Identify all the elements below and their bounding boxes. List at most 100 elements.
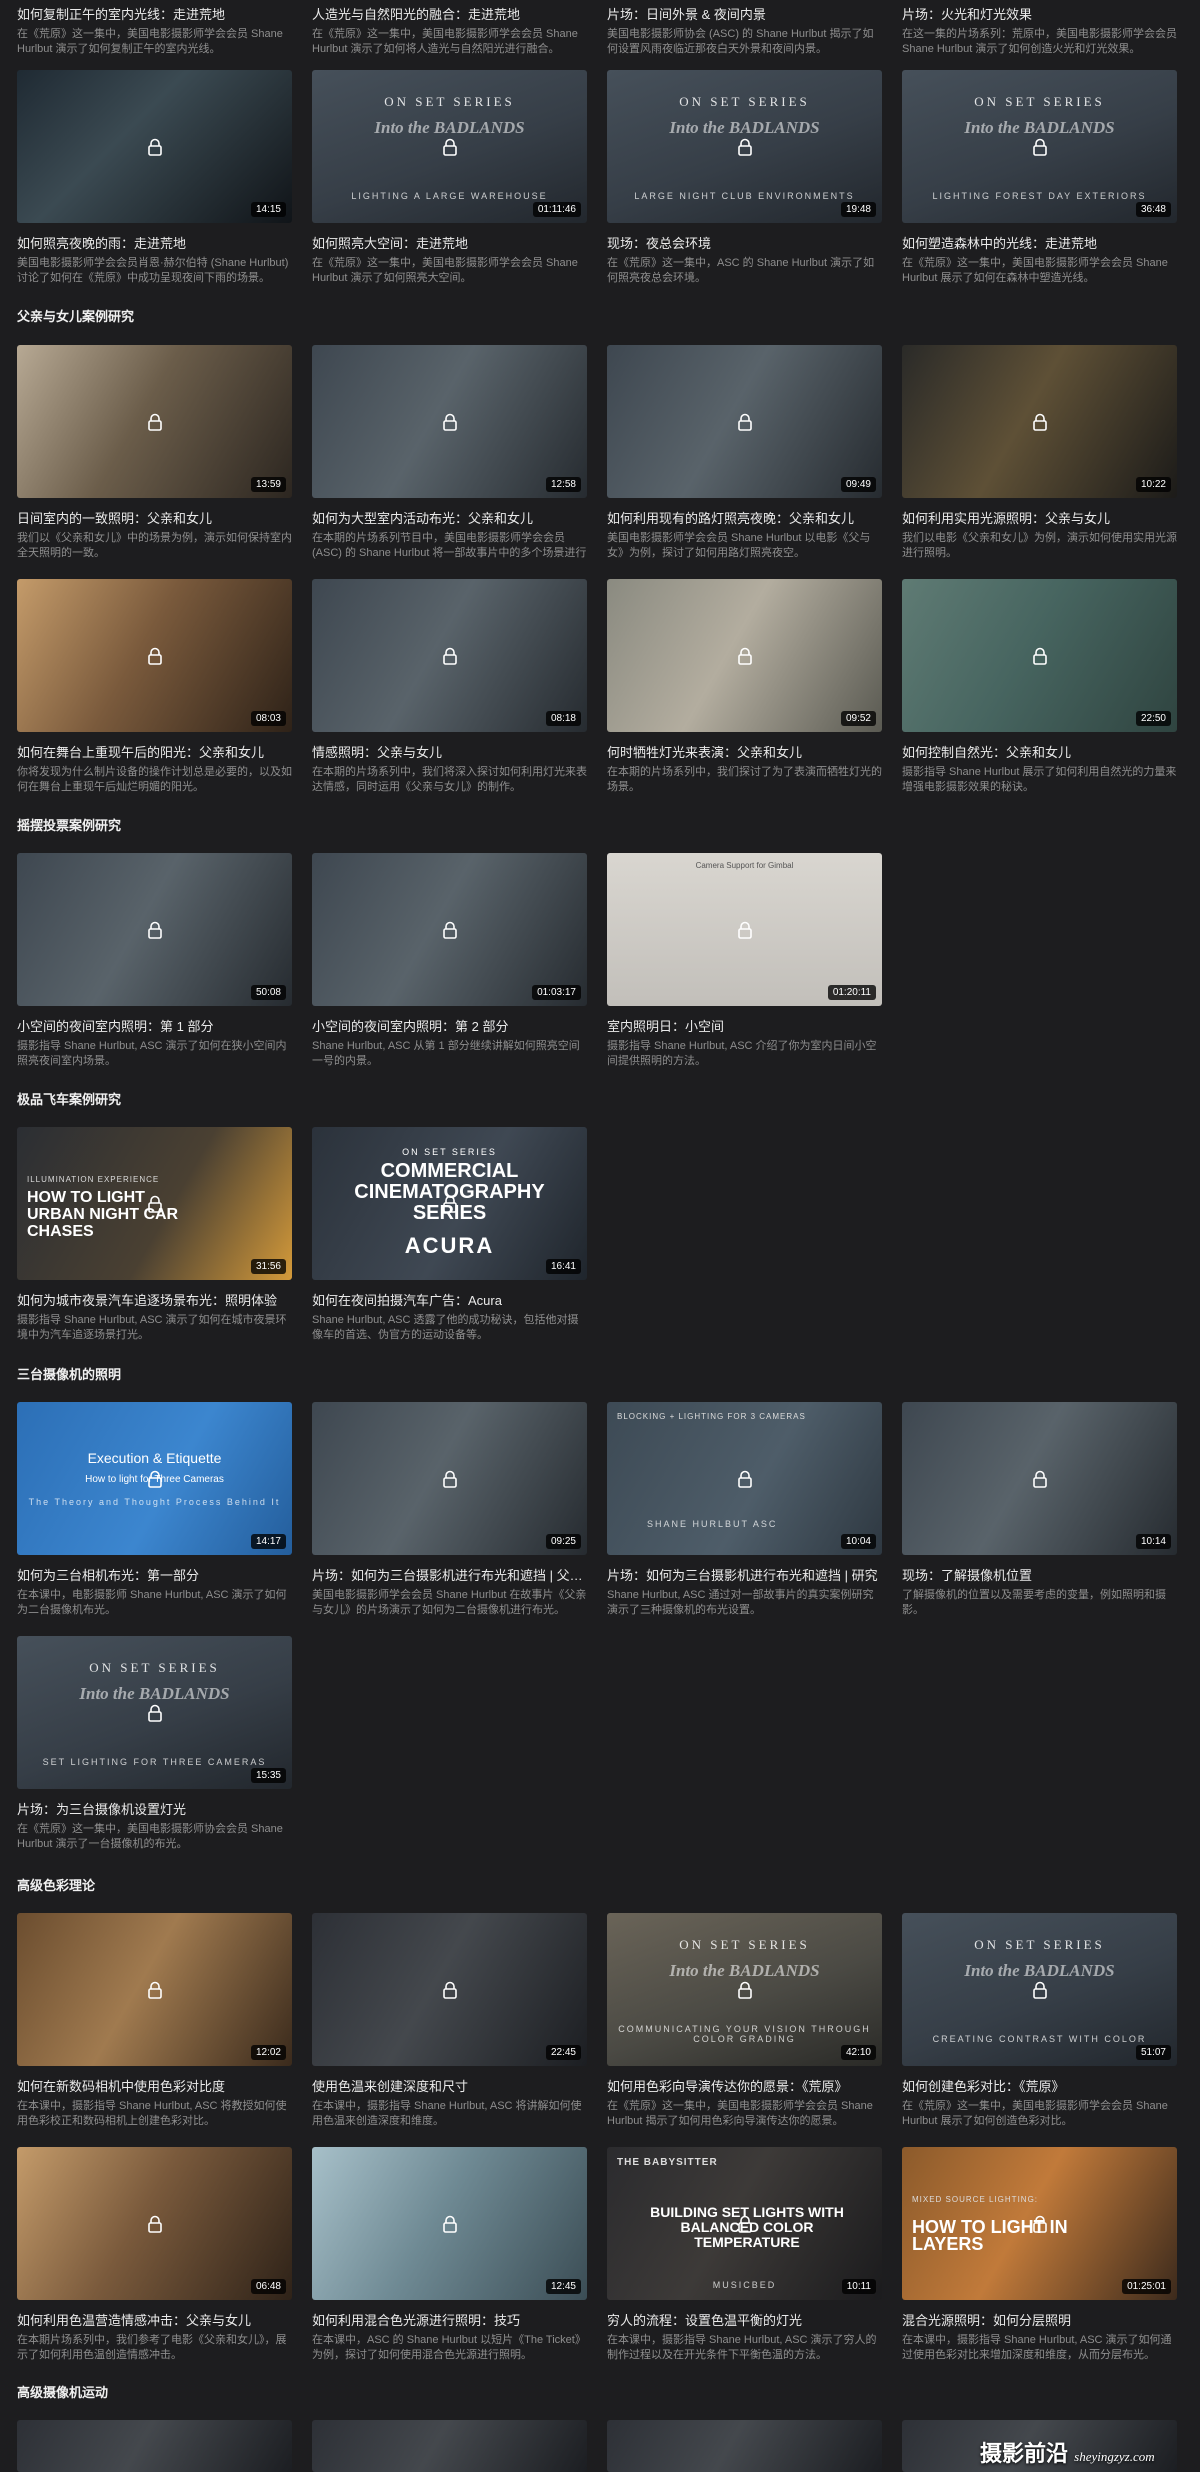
video-thumbnail[interactable]: 09:49 [607, 345, 882, 498]
video-thumbnail[interactable]: ON SET SERIES COMMERCIAL CINEMATOGRAPHY S… [312, 1127, 587, 1280]
video-title[interactable]: 如何创建色彩对比：《荒原》 [902, 2076, 1177, 2095]
video-thumbnail[interactable]: 08:18 [312, 579, 587, 732]
video-title[interactable]: 片场：火光和灯光效果 [902, 4, 1177, 23]
video-card[interactable]: Camera Support for Gimbal 01:20:11 室内照明日：小… [607, 853, 882, 1069]
video-card[interactable]: How to light for Three Cameras Execution … [17, 1402, 292, 1618]
video-title[interactable]: 如何利用现有的路灯照亮夜晚：父亲和女儿 [607, 508, 882, 527]
video-title[interactable]: 如何为城市夜景汽车追逐场景布光：照明体验 [17, 1290, 292, 1309]
video-thumbnail[interactable]: 09:25 [312, 1402, 587, 1555]
video-title[interactable]: 如何在新数码相机中使用色彩对比度 [17, 2076, 292, 2095]
video-thumbnail[interactable]: 14:15 [17, 70, 292, 223]
video-thumbnail-partial[interactable] [607, 2420, 882, 2472]
video-title[interactable]: 如何为三台相机布光：第一部分 [17, 1565, 292, 1584]
video-thumbnail[interactable]: 13:59 [17, 345, 292, 498]
video-thumbnail[interactable]: 12:45 [312, 2147, 587, 2300]
video-thumbnail[interactable]: 08:03 [17, 579, 292, 732]
video-card[interactable]: 22:50 如何控制自然光：父亲和女儿 摄影指导 Shane Hurlbut 展示了… [902, 579, 1177, 795]
video-card[interactable]: 01:03:17 小空间的夜间室内照明：第 2 部分 Shane Hurlbut, … [312, 853, 587, 1069]
video-thumbnail[interactable]: 50:08 [17, 853, 292, 1006]
video-thumbnail[interactable]: How to light for Three Cameras Execution … [17, 1402, 292, 1555]
video-thumbnail[interactable]: Camera Support for Gimbal 01:20:11 [607, 853, 882, 1006]
video-card[interactable]: ILLUMINATION EXPERIENCE HOW TO LIGHT URBA… [17, 1127, 292, 1343]
video-card[interactable]: 09:52 何时牺牲灯光来表演：父亲和女儿 在本期的片场系列中，我们探讨了为了表演而… [607, 579, 882, 795]
video-card[interactable]: MIXED SOURCE LIGHTING: HOW TO LIGHT IN LA… [902, 2147, 1177, 2363]
video-card[interactable]: ON SET SERIES Into the BADLANDS LIGHTING F… [902, 70, 1177, 286]
video-card[interactable]: 22:45 使用色温来创建深度和尺寸 在本课中，摄影指导 Shane Hurlbut… [312, 1913, 587, 2129]
video-card[interactable]: 08:18 情感照明：父亲与女儿 在本期的片场系列中，我们将深入探讨如何利用灯光来表… [312, 579, 587, 795]
video-card[interactable]: 12:02 如何在新数码相机中使用色彩对比度 在本课中，摄影指导 Shane Hur… [17, 1913, 292, 2129]
video-thumbnail[interactable]: 10:22 [902, 345, 1177, 498]
video-card-partial[interactable]: 如何复制正午的室内光线：走进荒地 在《荒原》这一集中，美国电影摄影师学会会员 Sh… [17, 0, 292, 57]
video-thumbnail[interactable]: 12:58 [312, 345, 587, 498]
video-thumbnail[interactable]: 06:48 [17, 2147, 292, 2300]
video-title[interactable]: 如何在夜间拍摄汽车广告：Acura [312, 1290, 587, 1309]
video-thumbnail[interactable]: ON SET SERIES Into the BADLANDS CREATING C… [902, 1913, 1177, 2066]
video-card-partial[interactable]: 片场：日间外景 & 夜间内景 美国电影摄影师协会 (ASC) 的 Shane Hu… [607, 0, 882, 57]
video-card[interactable]: 10:14 现场：了解摄像机位置 了解摄像机的位置以及需要考虑的变量，例如照明和摄影… [902, 1402, 1177, 1618]
video-thumbnail-partial[interactable] [17, 2420, 292, 2472]
video-card-partial[interactable]: 片场：火光和灯光效果 在这一集的片场系列：荒原中，美国电影摄影师学会会员 Shan… [902, 0, 1177, 57]
video-title[interactable]: 如何为大型室内活动布光：父亲和女儿 [312, 508, 587, 527]
video-title[interactable]: 如何用色彩向导演传达你的愿景：《荒原》 [607, 2076, 882, 2095]
video-title[interactable]: 日间室内的一致照明：父亲和女儿 [17, 508, 292, 527]
video-card[interactable]: ON SET SERIES Into the BADLANDS LARGE NIGH… [607, 70, 882, 286]
video-title[interactable]: 现场：了解摄像机位置 [902, 1565, 1177, 1584]
video-title[interactable]: 如何利用实用光源照明：父亲与女儿 [902, 508, 1177, 527]
video-card[interactable]: 13:59 日间室内的一致照明：父亲和女儿 我们以《父亲和女儿》中的场景为例，演示如… [17, 345, 292, 561]
video-title[interactable]: 如何塑造森林中的光线：走进荒地 [902, 233, 1177, 252]
video-title[interactable]: 片场：如何为三台摄影机进行布光和遮挡 | 研究 [607, 1565, 882, 1584]
video-thumbnail[interactable]: MIXED SOURCE LIGHTING: HOW TO LIGHT IN LA… [902, 2147, 1177, 2300]
video-title[interactable]: 小空间的夜间室内照明：第 2 部分 [312, 1016, 587, 1035]
video-title[interactable]: 片场：为三台摄像机设置灯光 [17, 1799, 292, 1818]
video-title[interactable]: 现场：夜总会环境 [607, 233, 882, 252]
video-card[interactable]: THE BABYSITTER BUILDING SET LIGHTS WITH B… [607, 2147, 882, 2363]
video-title[interactable]: 室内照明日：小空间 [607, 1016, 882, 1035]
video-title[interactable]: 如何利用色温营造情感冲击：父亲与女儿 [17, 2310, 292, 2329]
video-thumbnail[interactable]: 22:45 [312, 1913, 587, 2066]
video-title[interactable]: 混合光源照明：如何分层照明 [902, 2310, 1177, 2329]
video-thumbnail[interactable]: ON SET SERIES Into the BADLANDS COMMUNICAT… [607, 1913, 882, 2066]
video-title[interactable]: 如何控制自然光：父亲和女儿 [902, 742, 1177, 761]
video-thumbnail[interactable]: ON SET SERIES Into the BADLANDS LIGHTING A… [312, 70, 587, 223]
video-card[interactable]: 09:49 如何利用现有的路灯照亮夜晚：父亲和女儿 美国电影摄影师学会会员 Shan… [607, 345, 882, 561]
video-thumbnail-partial[interactable] [312, 2420, 587, 2472]
video-card[interactable]: 14:15 如何照亮夜晚的雨：走进荒地 美国电影摄影师学会会员肖恩·赫尔伯特 (Sh… [17, 70, 292, 286]
video-card[interactable]: BLOCKING + LIGHTING FOR 3 CAMERAS SHANE H… [607, 1402, 882, 1618]
video-title[interactable]: 使用色温来创建深度和尺寸 [312, 2076, 587, 2095]
video-card[interactable]: ON SET SERIES Into the BADLANDS COMMUNICAT… [607, 1913, 882, 2129]
video-title[interactable]: 片场：日间外景 & 夜间内景 [607, 4, 882, 23]
video-title[interactable]: 片场：如何为三台摄影机进行布光和遮挡 | 父亲和女儿 [312, 1565, 587, 1584]
video-title[interactable]: 情感照明：父亲与女儿 [312, 742, 587, 761]
video-card[interactable]: 09:25 片场：如何为三台摄影机进行布光和遮挡 | 父亲和女儿美国电影摄影师学会… [312, 1402, 587, 1618]
video-card[interactable]: 06:48 如何利用色温营造情感冲击：父亲与女儿 在本期片场系列中，我们参考了电影《… [17, 2147, 292, 2363]
video-thumbnail[interactable]: ON SET SERIES Into the BADLANDS LIGHTING F… [902, 70, 1177, 223]
video-title[interactable]: 穷人的流程：设置色温平衡的灯光 [607, 2310, 882, 2329]
video-thumbnail[interactable]: THE BABYSITTER BUILDING SET LIGHTS WITH B… [607, 2147, 882, 2300]
video-thumbnail[interactable]: 01:03:17 [312, 853, 587, 1006]
video-thumbnail[interactable]: ILLUMINATION EXPERIENCE HOW TO LIGHT URBA… [17, 1127, 292, 1280]
video-title[interactable]: 如何照亮夜晚的雨：走进荒地 [17, 233, 292, 252]
video-thumbnail[interactable]: BLOCKING + LIGHTING FOR 3 CAMERAS SHANE H… [607, 1402, 882, 1555]
video-title[interactable]: 如何照亮大空间：走进荒地 [312, 233, 587, 252]
video-thumbnail[interactable]: ON SET SERIES Into the BADLANDS LARGE NIGH… [607, 70, 882, 223]
video-card[interactable]: ON SET SERIES Into the BADLANDS SET LIGHTI… [17, 1636, 292, 1852]
video-card[interactable]: ON SET SERIES Into the BADLANDS CREATING C… [902, 1913, 1177, 2129]
video-title[interactable]: 如何复制正午的室内光线：走进荒地 [17, 4, 292, 23]
video-thumbnail[interactable]: 22:50 [902, 579, 1177, 732]
video-card[interactable]: ON SET SERIES COMMERCIAL CINEMATOGRAPHY S… [312, 1127, 587, 1343]
video-thumbnail[interactable]: 12:02 [17, 1913, 292, 2066]
video-thumbnail[interactable]: ON SET SERIES Into the BADLANDS SET LIGHTI… [17, 1636, 292, 1789]
video-card[interactable]: 50:08 小空间的夜间室内照明：第 1 部分 摄影指导 Shane Hurlbut… [17, 853, 292, 1069]
video-title[interactable]: 如何利用混合色光源进行照明：技巧 [312, 2310, 587, 2329]
video-card[interactable]: ON SET SERIES Into the BADLANDS LIGHTING A… [312, 70, 587, 286]
video-title[interactable]: 如何在舞台上重现午后的阳光：父亲和女儿 [17, 742, 292, 761]
video-card[interactable]: 12:45 如何利用混合色光源进行照明：技巧 在本课中，ASC 的 Shane Hu… [312, 2147, 587, 2363]
video-title[interactable]: 人造光与自然阳光的融合：走进荒地 [312, 4, 587, 23]
video-card[interactable]: 10:22 如何利用实用光源照明：父亲与女儿 我们以电影《父亲和女儿》为例，演示如何… [902, 345, 1177, 561]
video-thumbnail[interactable]: 10:14 [902, 1402, 1177, 1555]
video-card[interactable]: 12:58 如何为大型室内活动布光：父亲和女儿 在本期的片场系列节目中，美国电影摄影… [312, 345, 587, 561]
video-card[interactable]: 08:03 如何在舞台上重现午后的阳光：父亲和女儿 你将发现为什么制片设备的操作计划… [17, 579, 292, 795]
video-thumbnail[interactable]: 09:52 [607, 579, 882, 732]
video-card-partial[interactable]: 人造光与自然阳光的融合：走进荒地 在《荒原》这一集中，美国电影摄影师学会会员 Sh… [312, 0, 587, 57]
video-title[interactable]: 何时牺牲灯光来表演：父亲和女儿 [607, 742, 882, 761]
